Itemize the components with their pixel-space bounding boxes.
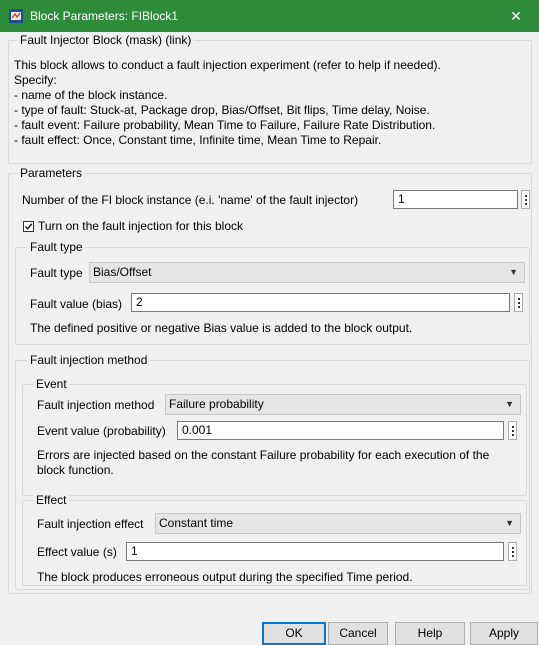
fault-type-value: Bias/Offset — [93, 265, 152, 279]
description-line: - fault event: Failure probability, Mean… — [14, 118, 436, 132]
parameters-group-title: Parameters — [17, 166, 86, 180]
injection-method-label: Fault injection method — [37, 398, 155, 412]
chevron-down-icon: ▼ — [505, 399, 514, 409]
fault-value-input[interactable]: 2 — [131, 293, 510, 312]
block-parameters-dialog: Fault Injector Block (mask) (link) This … — [0, 32, 539, 645]
event-value-input[interactable]: 0.001 — [177, 421, 504, 440]
mask-group-title: Fault Injector Block (mask) (link) — [17, 33, 195, 47]
injection-effect-value: Constant time — [159, 516, 234, 530]
more-options-icon[interactable] — [521, 190, 530, 209]
injection-method-value: Failure probability — [169, 397, 264, 411]
chevron-down-icon: ▼ — [505, 518, 514, 528]
help-button[interactable]: Help — [395, 622, 465, 645]
description-line: - type of fault: Stuck-at, Package drop,… — [14, 103, 430, 117]
window-titlebar: Block Parameters: FIBlock1 ✕ — [0, 0, 539, 32]
event-group-title: Event — [33, 377, 70, 391]
injection-effect-label: Fault injection effect — [37, 517, 144, 531]
instance-input[interactable]: 1 — [393, 190, 518, 209]
description-line: - fault effect: Once, Constant time, Inf… — [14, 133, 382, 147]
injection-effect-dropdown[interactable]: Constant time ▼ — [155, 513, 521, 534]
apply-button[interactable]: Apply — [470, 622, 538, 645]
description-line: This block allows to conduct a fault inj… — [14, 58, 441, 72]
fault-type-group-title: Fault type — [27, 240, 86, 254]
mask-description: This block allows to conduct a fault inj… — [14, 58, 524, 148]
chevron-down-icon: ▼ — [509, 267, 518, 277]
effect-note: The block produces erroneous output duri… — [37, 570, 413, 584]
fault-type-note: The defined positive or negative Bias va… — [30, 321, 413, 335]
ok-button[interactable]: OK — [262, 622, 326, 645]
event-value-label: Event value (probability) — [37, 424, 166, 438]
fault-value-label: Fault value (bias) — [30, 297, 123, 311]
enable-fault-injection-label[interactable]: Turn on the fault injection for this blo… — [38, 219, 243, 234]
simulink-block-icon — [9, 9, 23, 23]
effect-value-label: Effect value (s) — [37, 545, 117, 559]
event-note: Errors are injected based on the constan… — [37, 448, 490, 477]
close-icon[interactable]: ✕ — [493, 0, 539, 32]
description-line: - name of the block instance. — [14, 88, 168, 102]
more-options-icon[interactable] — [508, 542, 517, 561]
more-options-icon[interactable] — [508, 421, 517, 440]
effect-group-title: Effect — [33, 493, 70, 507]
more-options-icon[interactable] — [514, 293, 523, 312]
cancel-button[interactable]: Cancel — [328, 622, 388, 645]
fault-type-dropdown[interactable]: Bias/Offset ▼ — [89, 262, 525, 283]
fault-type-label: Fault type — [30, 266, 83, 280]
method-group-title: Fault injection method — [27, 353, 151, 367]
description-line: Specify: — [14, 73, 57, 87]
checkbox-checked-icon[interactable] — [23, 221, 34, 232]
effect-value-input[interactable]: 1 — [126, 542, 504, 561]
instance-label: Number of the FI block instance (e.i. 'n… — [22, 193, 359, 207]
injection-method-dropdown[interactable]: Failure probability ▼ — [165, 394, 521, 415]
window-title: Block Parameters: FIBlock1 — [30, 9, 179, 23]
